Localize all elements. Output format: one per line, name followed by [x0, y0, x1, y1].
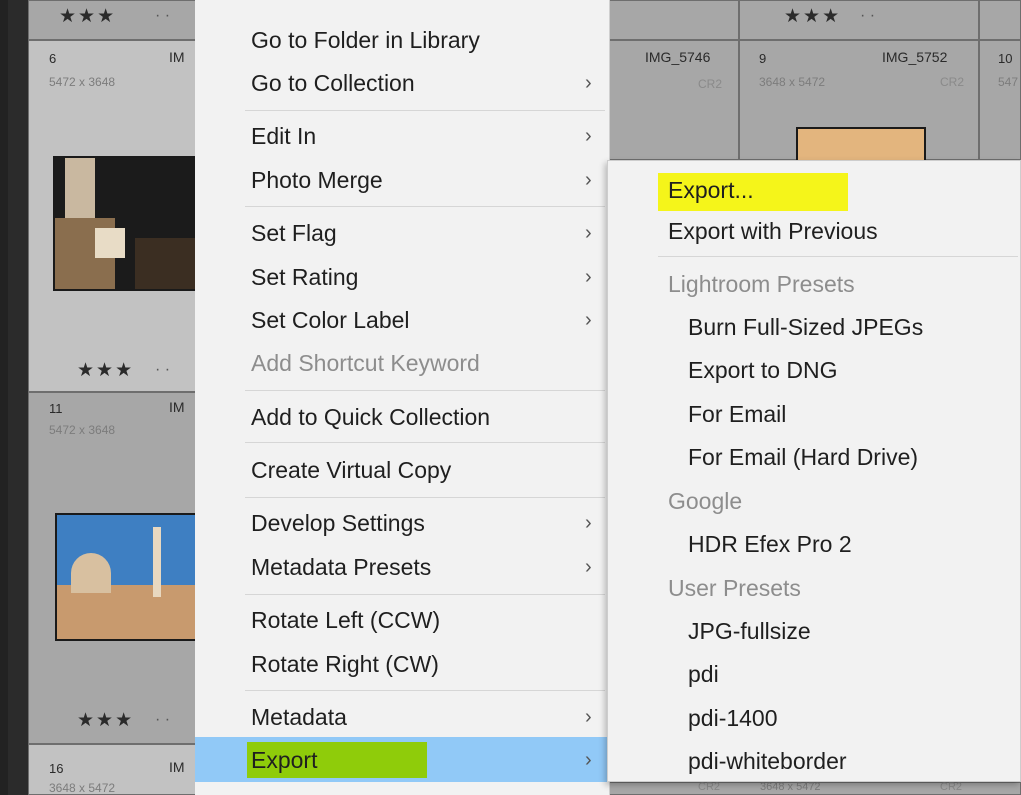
menu-separator: [245, 690, 605, 691]
submenu-item-export[interactable]: Export...: [668, 175, 754, 205]
cell-filetype: CR2: [940, 75, 965, 89]
submenu-item-pdi[interactable]: pdi: [688, 659, 719, 689]
thumbnail-night-mosque[interactable]: [53, 156, 203, 291]
cell-dimensions: 547: [998, 75, 1019, 89]
menu-item-go-to-collection[interactable]: Go to Collection: [251, 68, 415, 98]
grid-cell-top[interactable]: [609, 0, 739, 40]
submenu-item-burn-full-sized-jpegs[interactable]: Burn Full-Sized JPEGs: [688, 312, 923, 342]
cell-number: 9: [759, 51, 767, 66]
grid-cell-8[interactable]: IMG_5746 CR2: [609, 40, 739, 160]
submenu-item-pdi-1400[interactable]: pdi-1400: [688, 703, 778, 733]
chevron-right-icon: ›: [585, 169, 592, 191]
cell-filename: IMG_5752: [882, 49, 948, 65]
menu-item-rotate-left[interactable]: Rotate Left (CCW): [251, 605, 440, 635]
cell-filetype: CR2: [940, 781, 963, 793]
cell-filename: IMG_5746: [645, 49, 711, 65]
menu-item-metadata-presets[interactable]: Metadata Presets: [251, 552, 431, 582]
menu-item-set-rating[interactable]: Set Rating: [251, 262, 358, 292]
chevron-right-icon: ›: [585, 72, 592, 94]
chevron-right-icon: ›: [585, 125, 592, 147]
submenu-item-jpg-fullsize[interactable]: JPG-fullsize: [688, 616, 811, 646]
submenu-header-lightroom-presets: Lightroom Presets: [668, 271, 855, 297]
submenu-item-export-to-dng[interactable]: Export to DNG: [688, 355, 838, 385]
menu-separator: [245, 497, 605, 498]
left-panel-edge: [0, 0, 8, 795]
submenu-item-for-email-hard-drive[interactable]: For Email (Hard Drive): [688, 442, 918, 472]
chevron-right-icon: ›: [585, 706, 592, 728]
menu-separator: [658, 256, 1018, 257]
grid-cell-10[interactable]: 10 547: [979, 40, 1021, 160]
submenu-item-hdr-efex-pro-2[interactable]: HDR Efex Pro 2: [688, 529, 852, 559]
cell-filename: IM: [169, 49, 185, 65]
cell-number: 11: [49, 401, 63, 416]
submenu-item-pdi-whiteborder[interactable]: pdi-whiteborder: [688, 746, 847, 776]
chevron-right-icon: ›: [585, 222, 592, 244]
rating-dots: · ·: [155, 711, 171, 728]
menu-item-set-color-label[interactable]: Set Color Label: [251, 305, 410, 335]
left-panel-scroll[interactable]: [8, 0, 28, 795]
export-submenu: Export... Export with Previous Lightroom…: [607, 160, 1021, 782]
grid-cell-11[interactable]: 11 IM 5472 x 3648 ★★★ · ·: [28, 392, 205, 744]
menu-item-edit-in[interactable]: Edit In: [251, 121, 316, 151]
submenu-header-user-presets: User Presets: [668, 575, 801, 601]
menu-separator: [245, 442, 605, 443]
cell-filetype: CR2: [698, 77, 723, 91]
rating-stars: ★★★: [77, 710, 135, 731]
cell-number: 10: [998, 51, 1013, 66]
cell-dimensions: 5472 x 3648: [49, 75, 116, 89]
rating-dots: · ·: [155, 361, 171, 378]
menu-item-add-shortcut-keyword: Add Shortcut Keyword: [251, 350, 480, 376]
menu-separator: [245, 110, 605, 111]
grid-cell-top[interactable]: ★★★ · ·: [28, 0, 198, 40]
rating-stars: ★★★: [59, 6, 117, 27]
menu-item-add-to-quick-collection[interactable]: Add to Quick Collection: [251, 402, 490, 432]
grid-cell-16[interactable]: 16 IM 3648 x 5472: [28, 744, 198, 795]
cell-number: 6: [49, 51, 57, 66]
cell-dimensions: 3648 x 5472: [49, 781, 116, 795]
grid-cell-9[interactable]: 9 IMG_5752 3648 x 5472 CR2: [739, 40, 979, 161]
grid-cell-bottom[interactable]: CR2 3648 x 5472 CR2: [609, 781, 1021, 795]
menu-item-develop-settings[interactable]: Develop Settings: [251, 508, 425, 538]
grid-cell-6[interactable]: 6 IM 5472 x 3648 ★★★ · ·: [28, 40, 203, 392]
thumbnail-portrait[interactable]: [796, 127, 926, 161]
menu-separator: [245, 594, 605, 595]
rating-stars: ★★★: [77, 360, 135, 381]
menu-item-metadata[interactable]: Metadata: [251, 702, 347, 732]
thumbnail-mosque-day[interactable]: [55, 513, 205, 641]
menu-separator: [245, 390, 605, 391]
submenu-header-google: Google: [668, 488, 743, 514]
chevron-right-icon: ›: [585, 309, 592, 331]
cell-dimensions: 3648 x 5472: [759, 75, 826, 89]
chevron-right-icon: ›: [585, 749, 592, 771]
context-menu: Go to Folder in Library Go to Collection…: [195, 0, 610, 795]
chevron-right-icon: ›: [585, 556, 592, 578]
menu-item-photo-merge[interactable]: Photo Merge: [251, 165, 383, 195]
grid-cell-top[interactable]: ★★★ · ·: [739, 0, 979, 40]
cell-filename: IM: [169, 399, 185, 415]
rating-dots: · ·: [860, 7, 876, 24]
grid-cell-top[interactable]: [979, 0, 1021, 40]
submenu-item-for-email[interactable]: For Email: [688, 399, 786, 429]
menu-item-go-to-folder[interactable]: Go to Folder in Library: [251, 25, 480, 55]
menu-separator: [245, 206, 605, 207]
chevron-right-icon: ›: [585, 266, 592, 288]
cell-dimensions: 3648 x 5472: [760, 781, 821, 793]
menu-item-create-virtual-copy[interactable]: Create Virtual Copy: [251, 455, 451, 485]
cell-number: 16: [49, 761, 64, 776]
chevron-right-icon: ›: [585, 512, 592, 534]
menu-item-set-flag[interactable]: Set Flag: [251, 218, 337, 248]
submenu-item-export-with-previous[interactable]: Export with Previous: [668, 216, 878, 246]
cell-dimensions: 5472 x 3648: [49, 423, 116, 437]
rating-dots: · ·: [155, 7, 171, 24]
cell-filename: IM: [169, 759, 185, 775]
menu-item-rotate-right[interactable]: Rotate Right (CW): [251, 649, 439, 679]
cell-filetype: CR2: [698, 781, 721, 793]
rating-stars: ★★★: [784, 6, 842, 27]
menu-item-export[interactable]: Export: [251, 745, 317, 775]
